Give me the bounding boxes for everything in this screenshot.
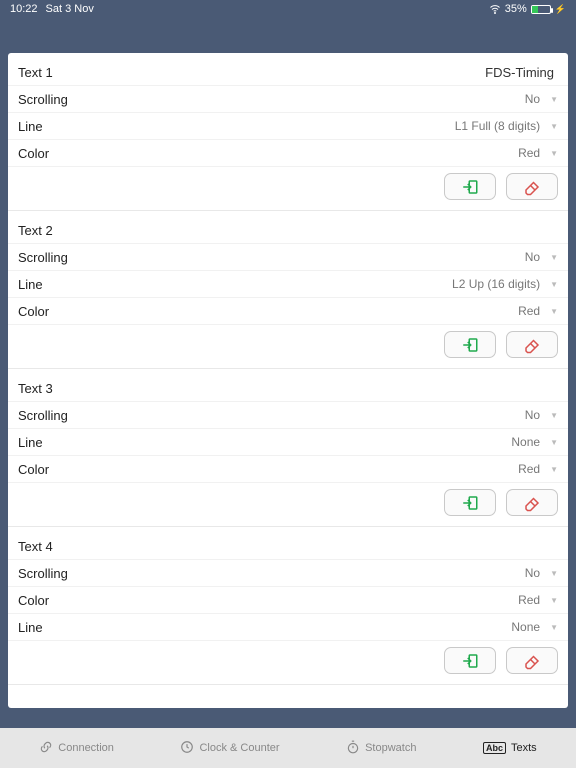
- row-value: No: [525, 250, 544, 264]
- row-label: Color: [18, 146, 277, 161]
- row-label: Scrolling: [18, 92, 277, 107]
- abc-icon: Abc: [483, 742, 506, 754]
- row-color[interactable]: Color Red ▼: [8, 140, 568, 167]
- wifi-icon: [489, 3, 501, 15]
- chevron-down-icon: ▼: [550, 411, 558, 420]
- status-bar: 10:22 Sat 3 Nov 35% ⚡: [0, 0, 576, 18]
- tab-clock-counter[interactable]: Clock & Counter: [180, 740, 279, 757]
- tab-label: Clock & Counter: [199, 742, 279, 754]
- section-title-value: FDS-Timing: [485, 65, 558, 80]
- section-text-1: Text 1 FDS-Timing Scrolling No ▼ Line L1…: [8, 53, 568, 211]
- section-header[interactable]: Text 3: [8, 375, 568, 402]
- chevron-down-icon: ▼: [550, 569, 558, 578]
- tab-label: Stopwatch: [365, 742, 416, 754]
- row-label: Scrolling: [18, 408, 277, 423]
- row-value: L1 Full (8 digits): [455, 119, 544, 133]
- chevron-down-icon: ▼: [550, 149, 558, 158]
- row-value: No: [525, 92, 544, 106]
- row-scrolling[interactable]: Scrolling No ▼: [8, 560, 568, 587]
- row-value: Red: [518, 593, 544, 607]
- row-label: Scrolling: [18, 250, 277, 265]
- row-label: Color: [18, 462, 277, 477]
- row-label: Color: [18, 304, 277, 319]
- section-text-4: Text 4 Scrolling No ▼ Color Red ▼ Line N…: [8, 527, 568, 685]
- tab-label: Connection: [58, 742, 114, 754]
- clock-date: Sat 3 Nov: [46, 3, 94, 15]
- row-color[interactable]: Color Red ▼: [8, 587, 568, 614]
- battery-percent: 35%: [505, 3, 527, 15]
- row-line[interactable]: Line L1 Full (8 digits) ▼: [8, 113, 568, 140]
- section-header[interactable]: Text 4: [8, 533, 568, 560]
- send-button[interactable]: [444, 489, 496, 516]
- charging-icon: ⚡: [555, 4, 566, 15]
- row-line[interactable]: Line L2 Up (16 digits) ▼: [8, 271, 568, 298]
- row-value: None: [511, 435, 544, 449]
- chevron-down-icon: ▼: [550, 465, 558, 474]
- row-label: Color: [18, 593, 277, 608]
- row-label: Scrolling: [18, 566, 277, 581]
- content-panel: Text 1 FDS-Timing Scrolling No ▼ Line L1…: [8, 53, 568, 708]
- erase-button[interactable]: [506, 173, 558, 200]
- row-value: Red: [518, 146, 544, 160]
- section-header[interactable]: Text 2: [8, 217, 568, 244]
- battery-icon: [531, 5, 551, 14]
- row-value: Red: [518, 462, 544, 476]
- row-value: None: [511, 620, 544, 634]
- chevron-down-icon: ▼: [550, 596, 558, 605]
- chevron-down-icon: ▼: [550, 95, 558, 104]
- row-color[interactable]: Color Red ▼: [8, 298, 568, 325]
- erase-button[interactable]: [506, 489, 558, 516]
- tab-texts[interactable]: Abc Texts: [483, 742, 537, 754]
- row-value: No: [525, 408, 544, 422]
- tab-stopwatch[interactable]: Stopwatch: [346, 740, 416, 757]
- chevron-down-icon: ▼: [550, 280, 558, 289]
- link-icon: [39, 740, 53, 757]
- section-title: Text 1: [18, 65, 277, 80]
- erase-button[interactable]: [506, 647, 558, 674]
- row-label: Line: [18, 435, 277, 450]
- section-title: Text 2: [18, 223, 277, 238]
- chevron-down-icon: ▼: [550, 122, 558, 131]
- stopwatch-icon: [346, 740, 360, 757]
- top-band: [0, 18, 576, 53]
- send-button[interactable]: [444, 647, 496, 674]
- row-scrolling[interactable]: Scrolling No ▼: [8, 244, 568, 271]
- chevron-down-icon: ▼: [550, 623, 558, 632]
- row-color[interactable]: Color Red ▼: [8, 456, 568, 483]
- send-button[interactable]: [444, 173, 496, 200]
- section-text-3: Text 3 Scrolling No ▼ Line None ▼ Color …: [8, 369, 568, 527]
- chevron-down-icon: ▼: [550, 253, 558, 262]
- section-title: Text 3: [18, 381, 277, 396]
- row-line[interactable]: Line None ▼: [8, 429, 568, 456]
- row-label: Line: [18, 620, 277, 635]
- tab-bar: Connection Clock & Counter Stopwatch Abc…: [0, 728, 576, 768]
- tab-connection[interactable]: Connection: [39, 740, 114, 757]
- row-line[interactable]: Line None ▼: [8, 614, 568, 641]
- tab-label: Texts: [511, 742, 537, 754]
- row-label: Line: [18, 119, 277, 134]
- send-button[interactable]: [444, 331, 496, 358]
- section-text-2: Text 2 Scrolling No ▼ Line L2 Up (16 dig…: [8, 211, 568, 369]
- row-value: L2 Up (16 digits): [452, 277, 544, 291]
- erase-button[interactable]: [506, 331, 558, 358]
- row-value: No: [525, 566, 544, 580]
- clock-icon: [180, 740, 194, 757]
- chevron-down-icon: ▼: [550, 307, 558, 316]
- row-label: Line: [18, 277, 277, 292]
- section-header[interactable]: Text 1 FDS-Timing: [8, 59, 568, 86]
- row-scrolling[interactable]: Scrolling No ▼: [8, 86, 568, 113]
- bottom-gap: [0, 708, 576, 728]
- clock-time: 10:22: [10, 3, 38, 15]
- row-scrolling[interactable]: Scrolling No ▼: [8, 402, 568, 429]
- section-title: Text 4: [18, 539, 277, 554]
- chevron-down-icon: ▼: [550, 438, 558, 447]
- row-value: Red: [518, 304, 544, 318]
